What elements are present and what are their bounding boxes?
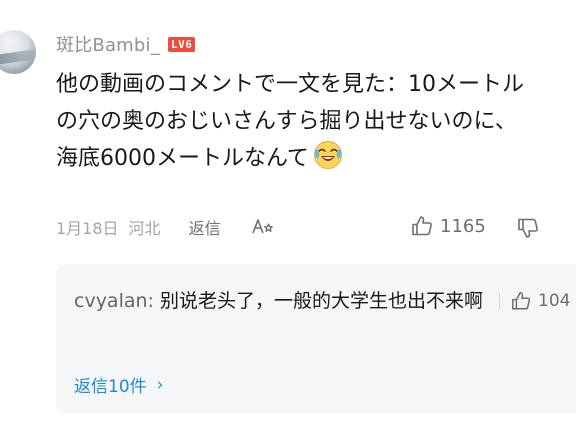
comment-meta: 1月18日 河北 返信 [56,214,576,240]
username[interactable]: 斑比Bambi_ [56,31,160,57]
translate-button[interactable] [251,218,275,236]
comment-date: 1月18日 [56,219,119,238]
translate-icon [251,219,273,234]
sub-reply: cvyalan: 别说老头了，一般的大学生也出不来啊 104 [74,284,574,318]
view-replies-link[interactable]: 返信10件 › [74,372,164,398]
thumbs-up-icon [412,216,432,236]
chevron-right-icon: › [156,374,164,395]
comment-line: 海底6000メートルなんて [56,140,576,177]
sub-replies-box: cvyalan: 别说老头了，一般的大学生也出不来啊 104 返信10件 › [56,264,576,414]
comment-line: の穴の奥のおじいさんすら掘り出せないのに、 [56,109,517,134]
sub-reply-like-button[interactable]: 104 [495,284,571,318]
commenter-avatar[interactable] [0,30,36,74]
thumbs-up-icon [512,292,531,310]
comment-header: 斑比Bambi_ LV6 [56,31,196,57]
sub-reply-text: 别说老头了，一般的大学生也出不来啊 [153,290,483,312]
level-badge: LV6 [167,36,196,52]
comment-region: 河北 [128,219,161,238]
sub-reply-like-count: 104 [538,291,571,311]
crying-laughing-emoji-icon [313,141,342,169]
dislike-button[interactable] [516,216,540,244]
sub-reply-author[interactable]: cvyalan [74,290,148,312]
comment-line: 他の動画のコメントで一文を見た：10メートル [56,72,524,97]
like-button[interactable]: 1165 [410,214,486,238]
comment-body: 他の動画のコメントで一文を見た：10メートル の穴の奥のおじいさんすら掘り出せな… [56,66,576,177]
reply-button[interactable]: 返信 [189,215,221,239]
like-count: 1165 [440,215,486,237]
thumbs-down-icon [518,218,538,238]
comment-line-text: 海底6000メートルなんて [56,146,309,171]
divider [499,293,501,309]
view-replies-label: 返信10件 [74,377,147,397]
